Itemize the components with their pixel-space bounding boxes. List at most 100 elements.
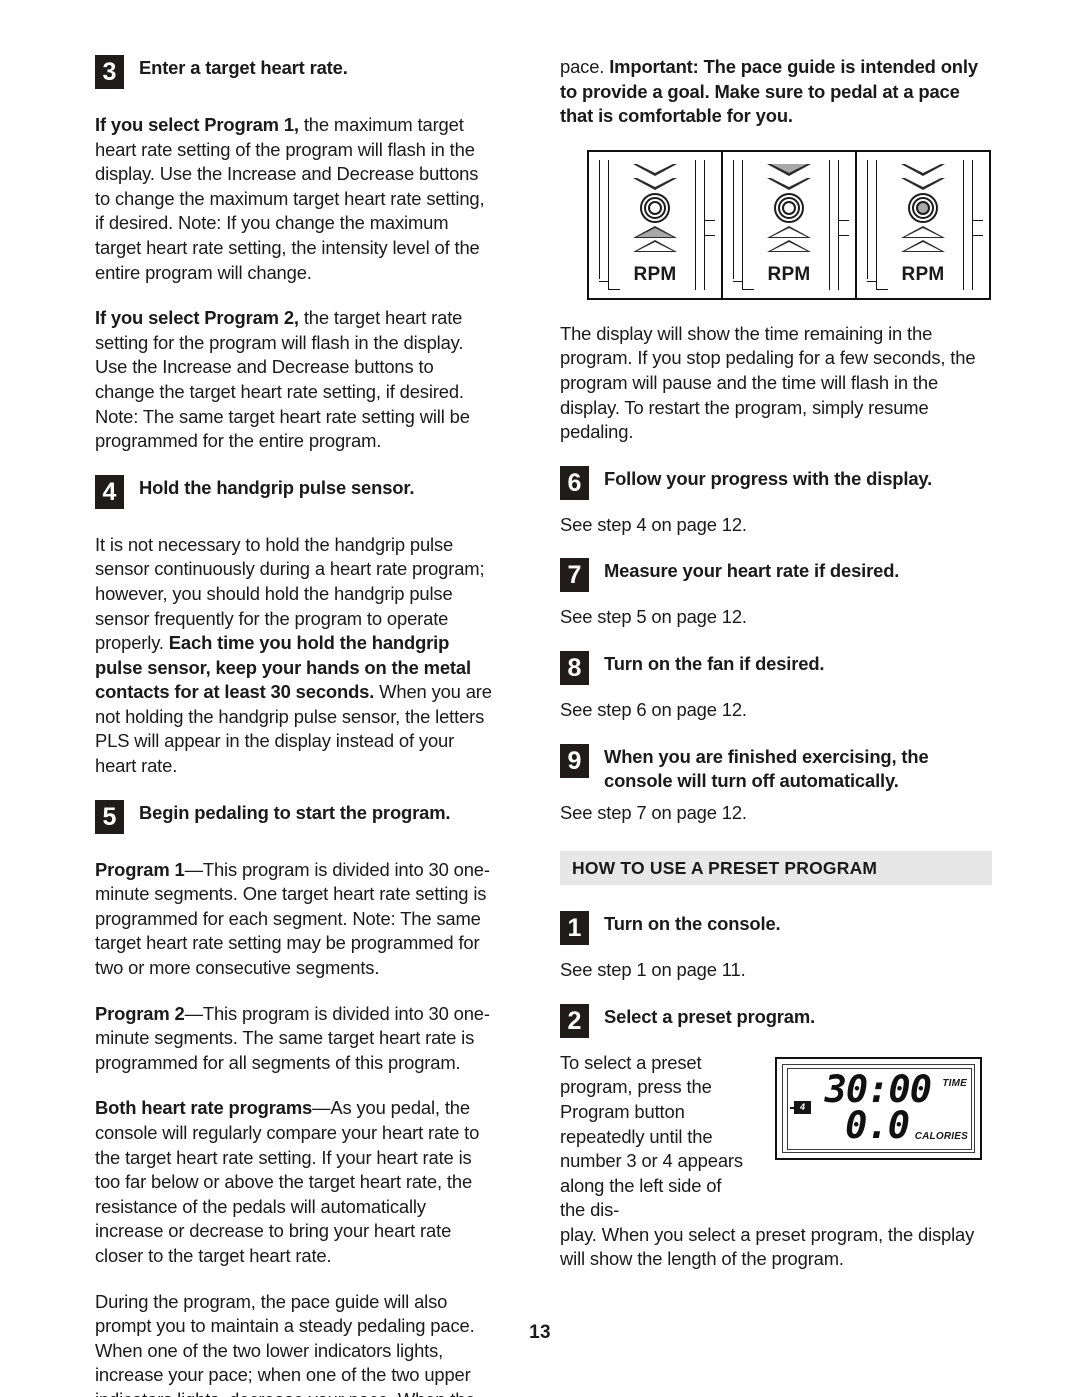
step-5-paragraph-1: Program 1—This program is divided into 3… — [95, 858, 495, 981]
panel-1-indicator-stack — [627, 163, 683, 252]
pace-continuation-plain: pace. — [560, 56, 610, 77]
lcd-time-label: TIME — [942, 1077, 967, 1089]
lcd-calories-label: CALORIES — [914, 1130, 968, 1142]
step-5-paragraph-3-body: —As you pedal, the console will regularl… — [95, 1097, 480, 1266]
pace-guide-panel-3: RPM — [857, 152, 989, 298]
step-5-badge: 5 — [95, 799, 124, 834]
step-3-paragraph-2-lead: If you select Program 2, — [95, 307, 299, 329]
step-7-title: Measure your heart rate if desired. — [604, 560, 900, 582]
step-3: 3 Enter a target heart rate. — [95, 55, 495, 89]
panel-1-inner-up-triangle-icon — [633, 225, 677, 238]
panel-2-inner-up-triangle-icon — [767, 225, 811, 238]
step-9-body: See step 7 on page 12. — [560, 801, 747, 823]
step-5-paragraph-2: Program 2—This program is divided into 3… — [95, 1002, 495, 1076]
step-5: 5 Begin pedaling to start the program. — [95, 799, 495, 834]
step-4: 4 Hold the handgrip pulse sensor. — [95, 474, 495, 509]
lcd-program-indicator: 4 — [794, 1100, 811, 1114]
step-5-paragraph-1-lead: Program 1 — [95, 858, 185, 880]
panel-1-inner-down-triangle-icon — [633, 177, 677, 190]
lcd-screen: 4 30:00 TIME 0.0 CALORIES — [787, 1067, 972, 1150]
step-3-paragraph-1: If you select Program 1, the maximum tar… — [95, 113, 495, 285]
panel-1-outer-down-triangle-icon — [633, 163, 677, 176]
step-9-title: When you are finished exercising, the co… — [604, 745, 929, 791]
step-3-paragraph-1-lead: If you select Program 1, — [95, 114, 299, 135]
step-5-paragraph-2-lead: Program 2 — [95, 1002, 185, 1024]
step-4-badge: 4 — [95, 474, 124, 509]
preset-step-2-body-wrapped: To select a preset program, press the Pr… — [560, 1051, 743, 1221]
panel-2-outer-up-triangle-icon — [767, 239, 811, 252]
step-3-paragraph-1-body: the maximum target heart rate setting of… — [95, 114, 485, 283]
preset-step-2-title: Select a preset program. — [604, 1005, 816, 1027]
step-9-badge: 9 — [560, 743, 589, 778]
panel-2-left-bracket-icon — [731, 159, 754, 290]
step-6-title: Follow your progress with the display. — [604, 467, 933, 489]
step-8-body: See step 6 on page 12. — [560, 698, 747, 720]
pace-continuation-important: Important: The pace guide is intended on… — [560, 56, 978, 127]
panel-1-rpm-label: RPM — [633, 263, 677, 285]
preset-step-1-body: See step 1 on page 11. — [560, 959, 746, 981]
panel-2-outer-down-triangle-icon — [767, 163, 811, 176]
panel-3-inner-up-triangle-icon — [901, 225, 945, 238]
preset-step-2-badge: 2 — [560, 1003, 589, 1038]
panel-2-center-circle-icon — [774, 192, 804, 223]
step-9: 9 When you are finished exercising, the … — [560, 743, 992, 793]
lcd-calories-value: 0.0 — [845, 1103, 910, 1147]
panel-2-right-bracket-icon — [825, 159, 849, 290]
step-6-badge: 6 — [560, 465, 589, 500]
panel-1-center-circle-icon — [640, 192, 670, 223]
panel-3-left-bracket-icon — [865, 159, 888, 290]
panel-2-rpm-label: RPM — [767, 263, 811, 285]
panel-3-right-bracket-icon — [959, 159, 983, 290]
preset-step-2-figure-row: To select a preset program, press the Pr… — [560, 1051, 992, 1223]
step-8-badge: 8 — [560, 650, 589, 685]
panel-1-right-bracket-icon — [691, 159, 715, 290]
pace-guide-panel-2: RPM — [723, 151, 857, 298]
panel-3-rpm-label: RPM — [901, 263, 945, 285]
panel-3-outer-up-triangle-icon — [901, 239, 945, 252]
preset-step-2-body-full: play. When you select a preset program, … — [560, 1223, 975, 1270]
panel-2-indicator-stack — [761, 163, 817, 252]
lcd-frame: 4 30:00 TIME 0.0 CALORIES — [782, 1063, 975, 1153]
step-4-title: Hold the handgrip pulse sensor. — [139, 476, 415, 498]
panel-2-inner-down-triangle-icon — [767, 177, 811, 190]
step-5-paragraph-3-lead: Both heart rate programs — [95, 1097, 313, 1119]
step-7: 7 Measure your heart rate if desired. — [560, 558, 992, 593]
panel-3-indicator-stack — [895, 163, 951, 252]
step-3-paragraph-2-body: the target heart rate setting for the pr… — [95, 307, 470, 452]
step-6-body: See step 4 on page 12. — [560, 513, 747, 535]
pace-guide-illustration: RPM RPM RPM — [587, 149, 991, 300]
preset-step-1-badge: 1 — [560, 911, 589, 946]
step-7-badge: 7 — [560, 558, 589, 593]
step-6: 6 Follow your progress with the display. — [560, 465, 992, 500]
preset-step-1-title: Turn on the console. — [604, 913, 781, 935]
panel-3-center-circle-icon — [908, 192, 938, 223]
left-column: 3 Enter a target heart rate. If you sele… — [95, 55, 495, 1397]
step-5-paragraph-3: Both heart rate programs—As you pedal, t… — [95, 1096, 495, 1268]
step-8-title: Turn on the fan if desired. — [604, 652, 825, 674]
manual-page: 3 Enter a target heart rate. If you sele… — [0, 0, 1080, 1397]
section-heading-how-to-use-a-preset-program: HOW TO USE A PRESET PROGRAM — [560, 851, 992, 886]
step-7-body: See step 5 on page 12. — [560, 606, 747, 628]
step-4-paragraph-1: It is not necessary to hold the handgrip… — [95, 533, 495, 779]
panel-1-outer-up-triangle-icon — [633, 239, 677, 252]
console-lcd-illustration: 4 30:00 TIME 0.0 CALORIES — [775, 1056, 982, 1160]
preset-step-1: 1 Turn on the console. — [560, 911, 992, 946]
panel-3-inner-down-triangle-icon — [901, 177, 945, 190]
step-3-badge: 3 — [95, 55, 124, 89]
step-3-title: Enter a target heart rate. — [139, 57, 348, 78]
panel-1-left-bracket-icon — [597, 159, 620, 290]
display-timing-paragraph: The display will show the time remaining… — [560, 322, 976, 443]
step-3-paragraph-2: If you select Program 2, the target hear… — [95, 306, 495, 454]
pace-guide-panel-1: RPM — [589, 151, 723, 298]
